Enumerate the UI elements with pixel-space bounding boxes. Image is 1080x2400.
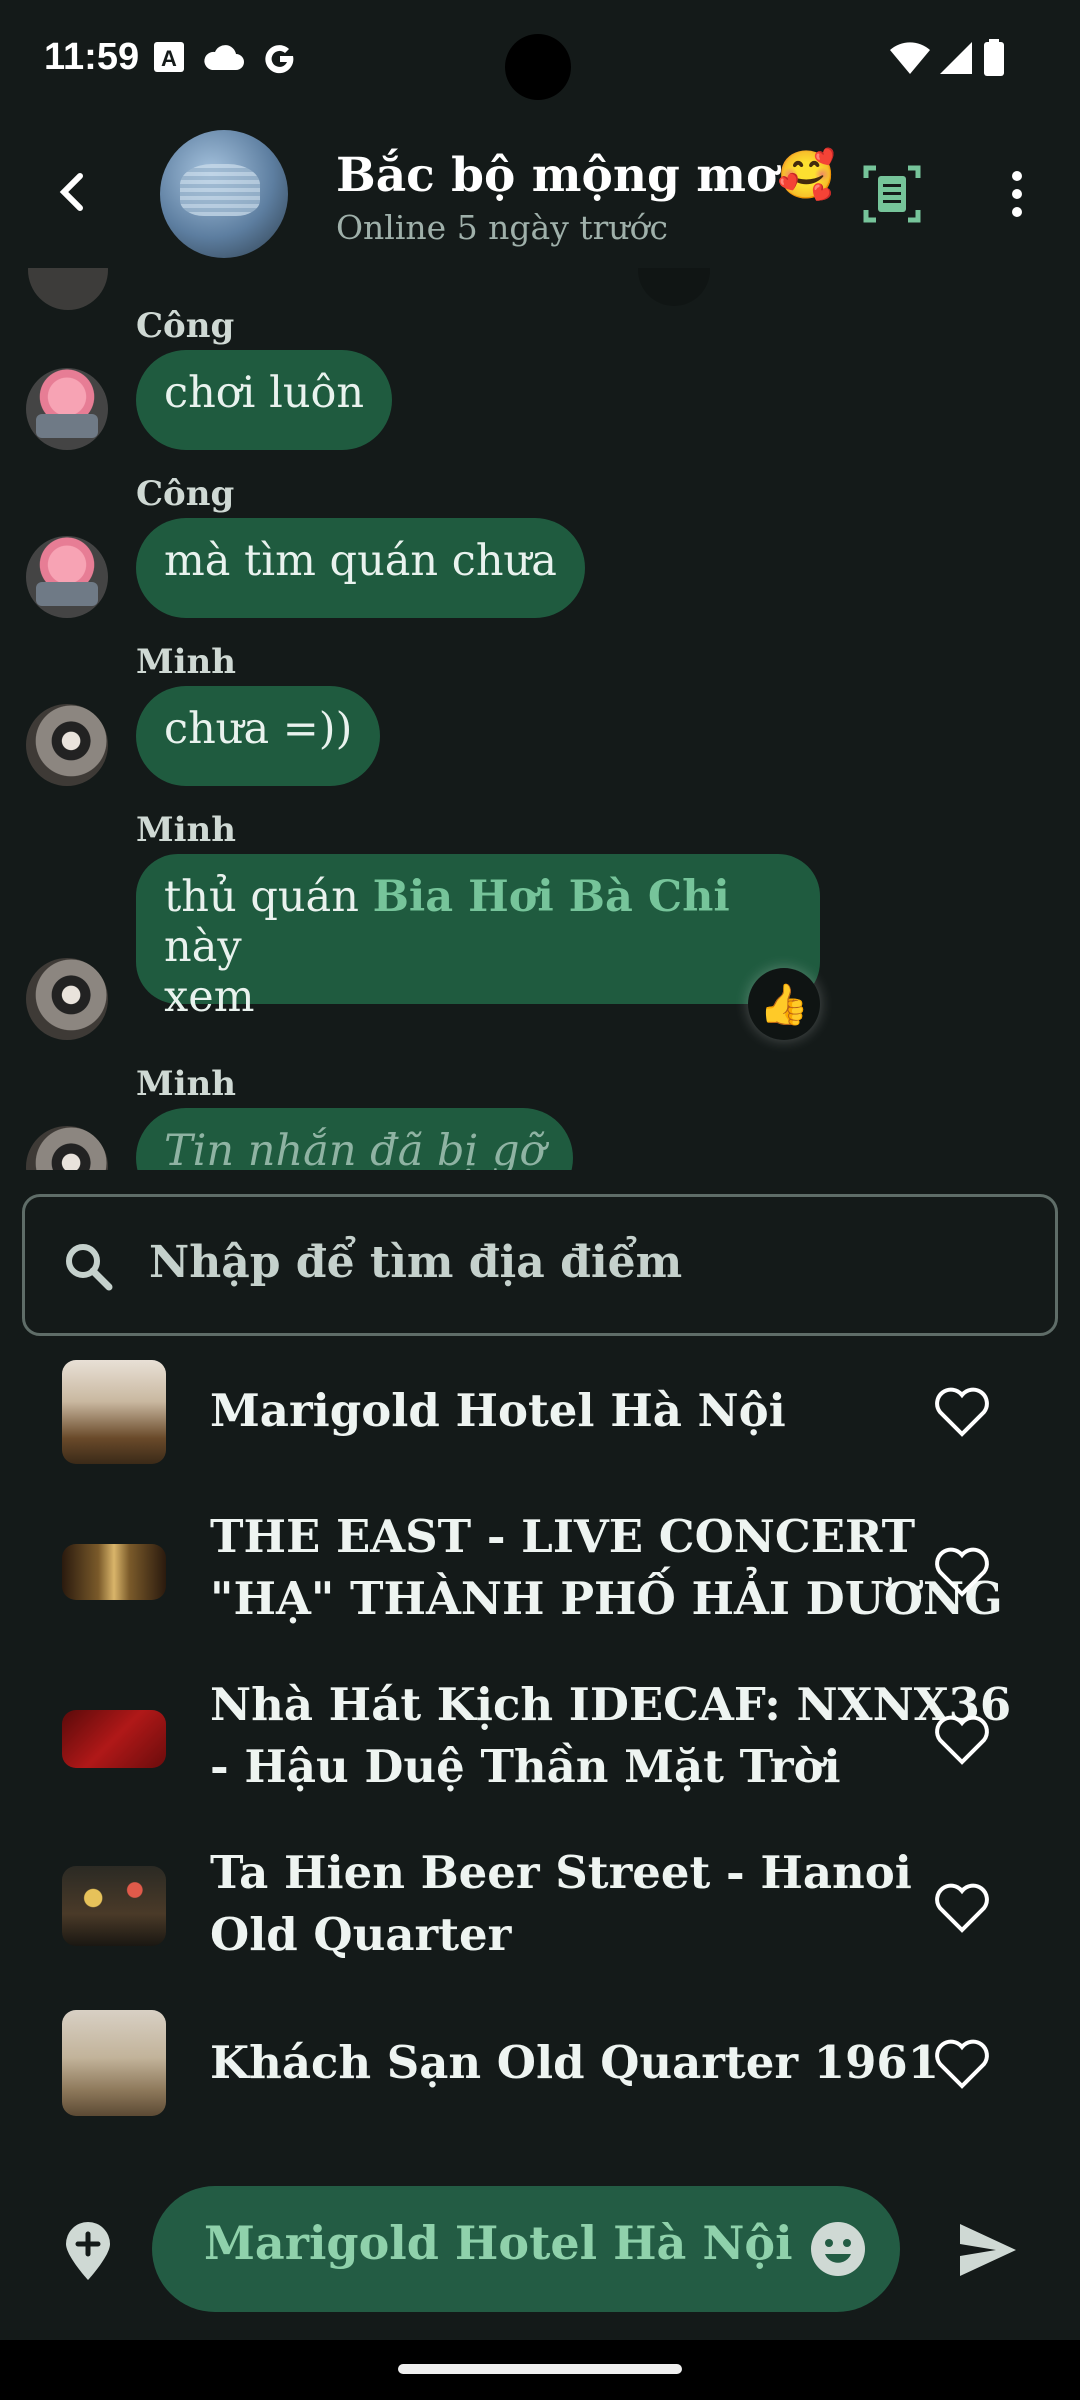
message-bubble[interactable]: Tin nhắn đã bị gỡ	[136, 1108, 574, 1170]
place-item[interactable]: Khách Sạn Old Quarter 1961	[0, 2010, 1080, 2116]
home-handle[interactable]	[398, 2364, 682, 2374]
sender-name: Công	[136, 306, 235, 346]
list-document-icon[interactable]	[860, 162, 924, 226]
more-vert-icon[interactable]	[985, 162, 1049, 226]
message-bubble[interactable]: chơi luôn	[136, 350, 393, 450]
place-thumbnail	[62, 1544, 166, 1600]
front-camera	[505, 34, 571, 100]
arrow-back-icon[interactable]	[50, 168, 98, 216]
search-icon	[66, 1244, 113, 1291]
place-name: Nhà Hát Kịch IDECAF: NXNX36	[210, 1678, 1012, 1731]
avatar[interactable]	[26, 1126, 108, 1170]
place-thumbnail	[62, 1866, 166, 1946]
message-text: mà tìm quán chưa	[164, 536, 557, 586]
place-name: "HẠ" THÀNH PHỐ HẢI DƯƠNG	[210, 1572, 1003, 1625]
place-item[interactable]: Nhà Hát Kịch IDECAF: NXNX36 - Hậu Duệ Th…	[0, 1674, 1080, 1804]
place-name: - Hậu Duệ Thần Mặt Trời	[210, 1740, 841, 1793]
heart-icon[interactable]	[932, 1382, 992, 1442]
sender-name: Minh	[136, 1064, 236, 1104]
a-badge-icon: A	[154, 42, 184, 72]
place-thumbnail	[62, 2010, 166, 2116]
message-composer: Marigold Hotel Hà Nội	[0, 2170, 1080, 2340]
emoji-icon[interactable]	[808, 2219, 868, 2279]
group-avatar[interactable]	[160, 130, 288, 258]
heart-icon[interactable]	[932, 1878, 992, 1938]
message-text: này	[164, 922, 242, 972]
place-item[interactable]: Marigold Hotel Hà Nội	[0, 1360, 1080, 1464]
wifi-icon	[890, 42, 930, 74]
sender-name: Minh	[136, 810, 236, 850]
navigation-bar	[0, 2340, 1080, 2400]
message-bubble[interactable]: thủ quán Bia Hơi Bà Chi này xem	[136, 854, 820, 1022]
place-name: Ta Hien Beer Street - Hanoi	[210, 1846, 912, 1899]
place-link[interactable]: Bia Hơi Bà Chi	[373, 872, 730, 922]
place-search-field[interactable]: Nhập để tìm địa điểm	[22, 1194, 1058, 1336]
avatar[interactable]	[26, 704, 108, 786]
place-name: Old Quarter	[210, 1908, 512, 1961]
search-input[interactable]: Nhập để tìm địa điểm	[149, 1237, 682, 1288]
chat-screen: 11:59 A Bắc bộ mộng mơ🥰 Online 5 ngày tr…	[0, 0, 1080, 2400]
place-name: THE EAST - LIVE CONCERT	[210, 1510, 916, 1563]
sender-name: Công	[136, 474, 235, 514]
heart-icon[interactable]	[932, 2034, 992, 2094]
status-time: 11:59	[44, 36, 140, 78]
place-thumbnail	[62, 1360, 166, 1464]
chat-title[interactable]: Bắc bộ mộng mơ🥰	[336, 148, 836, 203]
place-name: Marigold Hotel Hà Nội	[210, 1384, 786, 1437]
avatar[interactable]	[26, 536, 108, 618]
svg-text:A: A	[161, 46, 177, 71]
chat-header: Bắc bộ mộng mơ🥰 Online 5 ngày trước	[0, 120, 1080, 275]
message-text: chưa =))	[164, 704, 353, 754]
battery-icon	[984, 39, 1004, 76]
status-bar: 11:59 A	[0, 0, 1080, 120]
place-item[interactable]: THE EAST - LIVE CONCERT "HẠ" THÀNH PHỐ H…	[0, 1506, 1080, 1636]
message-text: chơi luôn	[164, 368, 365, 418]
message-bubble[interactable]: mà tìm quán chưa	[136, 518, 585, 618]
thumbs-up-reaction[interactable]: 👍	[748, 968, 820, 1040]
place-name: Khách Sạn Old Quarter 1961	[210, 2036, 940, 2089]
message-text: Tin nhắn đã bị gỡ	[164, 1126, 546, 1170]
google-g-icon	[265, 45, 294, 74]
message-bubble[interactable]: chưa =))	[136, 686, 381, 786]
message-text: xem	[164, 972, 255, 1022]
cloud-icon	[204, 45, 244, 70]
place-item[interactable]: Ta Hien Beer Street - Hanoi Old Quarter	[0, 1842, 1080, 1972]
avatar[interactable]	[26, 958, 108, 1040]
heart-icon[interactable]	[932, 1710, 992, 1770]
message-input-text[interactable]: Marigold Hotel Hà Nội	[204, 2216, 793, 2270]
avatar	[28, 268, 108, 310]
message-text: thủ quán	[164, 872, 373, 922]
reaction-badge	[638, 268, 710, 306]
message-list[interactable]: Công chơi luôn Công mà tìm quán chưa Min…	[0, 268, 1080, 1170]
signal-icon	[940, 42, 972, 74]
place-thumbnail	[62, 1710, 166, 1768]
message-input[interactable]: Marigold Hotel Hà Nội	[152, 2186, 900, 2312]
send-icon[interactable]	[956, 2220, 1020, 2280]
chat-status: Online 5 ngày trước	[336, 208, 668, 247]
add-location-icon[interactable]	[62, 2222, 114, 2282]
sender-name: Minh	[136, 642, 236, 682]
heart-icon[interactable]	[932, 1542, 992, 1602]
avatar[interactable]	[26, 368, 108, 450]
